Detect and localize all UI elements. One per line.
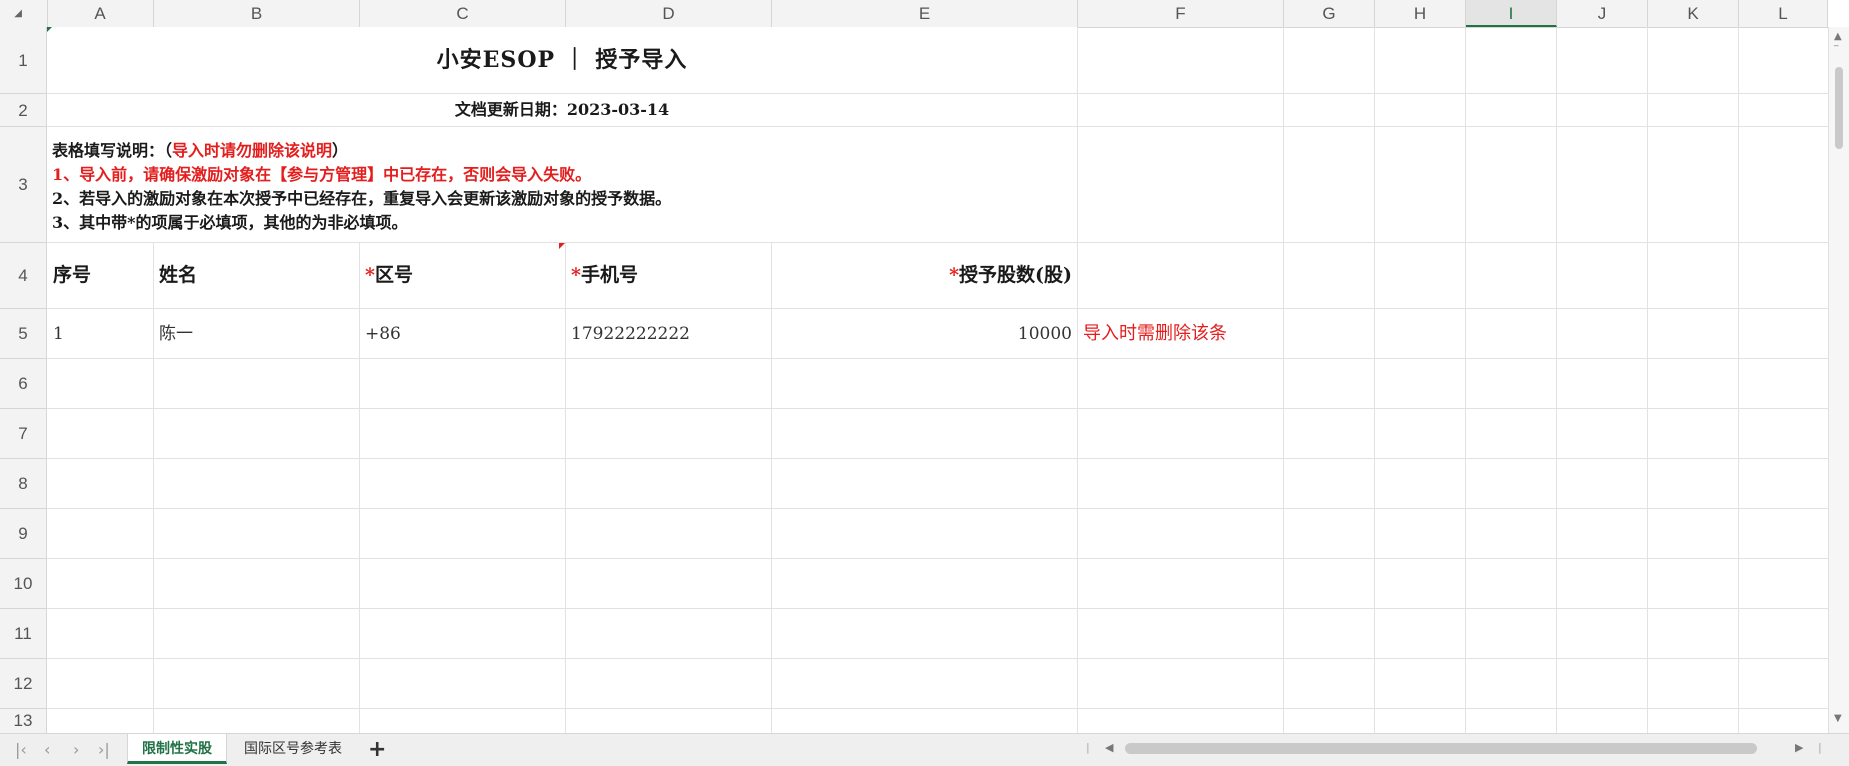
column-header-a[interactable]: A bbox=[47, 0, 154, 27]
grid-line bbox=[47, 608, 1828, 609]
last-sheet-icon[interactable]: ›| bbox=[98, 740, 110, 759]
column-header-d[interactable]: D bbox=[566, 0, 772, 27]
header-seq[interactable]: 序号 bbox=[48, 243, 153, 308]
scroll-right-icon[interactable]: ▶ bbox=[1795, 741, 1803, 754]
instructions-cell[interactable]: 表格填写说明：（导入时请勿删除该说明） 1、导入前，请确保激励对象在【参与方管理… bbox=[47, 127, 1077, 242]
header-phone[interactable]: *手机号 bbox=[566, 243, 771, 308]
grid-line bbox=[1374, 27, 1375, 733]
tab-area-code-reference[interactable]: 国际区号参考表 bbox=[230, 734, 356, 764]
cell-phone[interactable]: 17922222222 bbox=[566, 309, 771, 358]
grid-line bbox=[47, 708, 1828, 709]
cell-delete-note[interactable]: 导入时需删除该条 bbox=[1078, 309, 1283, 358]
row-header-10[interactable]: 10 bbox=[0, 559, 47, 609]
prev-sheet-icon[interactable]: ‹ bbox=[44, 740, 50, 759]
row-header-8[interactable]: 8 bbox=[0, 459, 47, 509]
required-mark: * bbox=[949, 264, 960, 286]
scroll-up-icon[interactable]: ▲ bbox=[1834, 31, 1842, 42]
cell-corner-marker bbox=[47, 27, 52, 32]
row-header-1[interactable]: 1 bbox=[0, 27, 47, 94]
grid-line bbox=[47, 408, 1828, 409]
next-sheet-icon[interactable]: › bbox=[73, 740, 79, 759]
row-header-9[interactable]: 9 bbox=[0, 509, 47, 559]
scroll-divider: | bbox=[1818, 741, 1822, 754]
update-date[interactable]: 文档更新日期：2023-03-14 bbox=[47, 94, 1077, 126]
row-header-2[interactable]: 2 bbox=[0, 94, 47, 127]
column-header-k[interactable]: K bbox=[1648, 0, 1739, 27]
column-header-i[interactable]: I bbox=[1466, 0, 1557, 27]
required-mark: * bbox=[365, 264, 375, 286]
grid-line bbox=[47, 358, 1828, 359]
cell-name[interactable]: 陈一 bbox=[154, 309, 359, 358]
tab-restricted-shares[interactable]: 限制性实股 bbox=[127, 734, 227, 764]
grid-line bbox=[1283, 27, 1284, 733]
page-title[interactable]: 小安ESOP ｜ 授予导入 bbox=[47, 27, 1077, 93]
column-header-e[interactable]: E bbox=[772, 0, 1078, 27]
column-header-c[interactable]: C bbox=[360, 0, 566, 27]
add-sheet-button[interactable]: + bbox=[368, 737, 386, 762]
grid-line bbox=[1647, 27, 1648, 733]
grid-line bbox=[47, 558, 1828, 559]
spreadsheet-grid[interactable]: ◢ A B C D E F G H I J K L 1 2 3 4 5 6 7 … bbox=[0, 0, 1849, 733]
cell-area-code[interactable]: +86 bbox=[360, 309, 565, 358]
grid-line bbox=[1556, 27, 1557, 733]
grid-line bbox=[47, 658, 1828, 659]
grid-line bbox=[1738, 27, 1739, 733]
row-header-3[interactable]: 3 bbox=[0, 127, 47, 243]
horizontal-scrollbar[interactable] bbox=[1125, 743, 1757, 755]
header-name[interactable]: 姓名 bbox=[154, 243, 359, 308]
row-header-6[interactable]: 6 bbox=[0, 359, 47, 409]
cell-seq[interactable]: 1 bbox=[48, 309, 153, 358]
header-shares[interactable]: *授予股数(股) bbox=[772, 243, 1077, 308]
column-header-f[interactable]: F bbox=[1078, 0, 1284, 27]
row-header-7[interactable]: 7 bbox=[0, 409, 47, 459]
grid-line bbox=[47, 458, 1828, 459]
first-sheet-icon[interactable]: |‹ bbox=[15, 740, 27, 759]
grid-line bbox=[1465, 27, 1466, 733]
grid-line bbox=[47, 508, 1828, 509]
scroll-divider: | bbox=[1086, 741, 1090, 754]
row-header-11[interactable]: 11 bbox=[0, 609, 47, 659]
instruction-line-3: 2、若导入的激励对象在本次授予中已经存在，重复导入会更新该激励对象的授予数据。 bbox=[52, 189, 672, 208]
row-header-5[interactable]: 5 bbox=[0, 309, 47, 359]
column-header-b[interactable]: B bbox=[154, 0, 360, 27]
column-header-h[interactable]: H bbox=[1375, 0, 1466, 27]
header-area-code[interactable]: *区号 bbox=[360, 243, 565, 308]
cell-shares[interactable]: 10000 bbox=[772, 309, 1077, 358]
scroll-split-icon[interactable]: ‾ bbox=[1834, 45, 1839, 55]
scroll-left-icon[interactable]: ◀ bbox=[1105, 741, 1113, 754]
instruction-line-2: 1、导入前，请确保激励对象在【参与方管理】中已存在，否则会导入失败。 bbox=[52, 165, 592, 184]
row-header-12[interactable]: 12 bbox=[0, 659, 47, 709]
column-header-j[interactable]: J bbox=[1557, 0, 1648, 27]
horizontal-scroll-thumb[interactable] bbox=[1125, 743, 1757, 754]
select-all-corner[interactable]: ◢ bbox=[0, 0, 48, 27]
row-header-4[interactable]: 4 bbox=[0, 243, 47, 309]
row-header-13[interactable]: 13 bbox=[0, 709, 47, 733]
column-header-l[interactable]: L bbox=[1739, 0, 1828, 27]
required-mark: * bbox=[571, 264, 581, 286]
scroll-down-icon[interactable]: ▼ bbox=[1834, 713, 1842, 724]
grid-line bbox=[1077, 27, 1078, 733]
vertical-scroll-thumb[interactable] bbox=[1835, 67, 1843, 149]
vertical-scrollbar[interactable]: ▲ ‾ ▼ bbox=[1828, 27, 1849, 733]
instruction-line-4: 3、其中带*的项属于必填项，其他的为非必填项。 bbox=[52, 213, 408, 232]
instruction-line-1: 表格填写说明：（导入时请勿删除该说明） bbox=[52, 141, 349, 160]
sheet-tab-bar: |‹ ‹ › ›| 限制性实股 国际区号参考表 + | ◀ ▶ | bbox=[0, 733, 1849, 766]
column-header-g[interactable]: G bbox=[1284, 0, 1375, 27]
